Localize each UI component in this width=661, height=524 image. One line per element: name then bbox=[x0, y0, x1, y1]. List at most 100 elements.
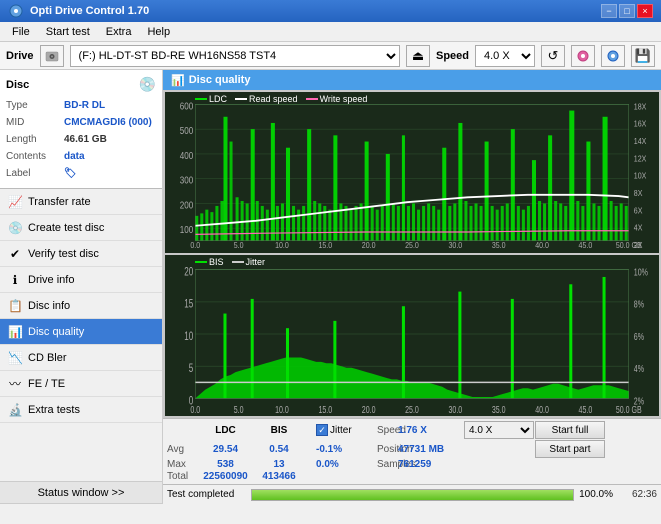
progress-area: Test completed 100.0% 62:36 bbox=[163, 484, 661, 504]
svg-text:8%: 8% bbox=[634, 298, 644, 310]
bottom-chart: BIS Jitter 20 15 bbox=[165, 255, 659, 416]
charts-area: LDC Read speed Write speed bbox=[163, 90, 661, 418]
drivebar: Drive (F:) HL-DT-ST BD-RE WH16NS58 TST4 … bbox=[0, 42, 661, 70]
disc-button1[interactable] bbox=[571, 45, 595, 67]
menu-help[interactable]: Help bbox=[139, 24, 178, 40]
time-display: 62:36 bbox=[617, 489, 657, 500]
start-part-button[interactable]: Start part bbox=[535, 440, 605, 458]
bis-color bbox=[195, 261, 207, 263]
svg-text:10: 10 bbox=[184, 331, 193, 344]
speed-select[interactable]: 4.0 X bbox=[464, 421, 534, 439]
disc-type-value: BD-R DL bbox=[64, 97, 105, 114]
sidebar-item-fe-te[interactable]: 〰 FE / TE bbox=[0, 371, 162, 397]
app-title: Opti Drive Control 1.70 bbox=[30, 5, 601, 17]
svg-text:45.0: 45.0 bbox=[579, 240, 593, 250]
svg-text:300: 300 bbox=[180, 175, 193, 186]
svg-text:16X: 16X bbox=[634, 119, 647, 129]
drive-info-icon: ℹ bbox=[8, 273, 22, 287]
bottom-chart-legend: BIS Jitter bbox=[195, 257, 265, 267]
sidebar-item-extra-tests[interactable]: 🔬 Extra tests bbox=[0, 397, 162, 423]
legend-bis-label: BIS bbox=[209, 257, 224, 267]
jitter-check-box[interactable] bbox=[316, 424, 328, 436]
sidebar-item-cd-bler-label: CD Bler bbox=[28, 352, 67, 364]
dq-header-icon: 📊 bbox=[171, 74, 185, 87]
sidebar-item-transfer-rate[interactable]: 📈 Transfer rate bbox=[0, 189, 162, 215]
max-bis: 13 bbox=[254, 459, 304, 470]
svg-text:40.0: 40.0 bbox=[535, 240, 549, 250]
drive-selector[interactable]: (F:) HL-DT-ST BD-RE WH16NS58 TST4 bbox=[70, 45, 400, 67]
cd-bler-icon: 📉 bbox=[8, 351, 22, 365]
svg-text:0.0: 0.0 bbox=[190, 240, 200, 250]
disc-mid-label: MID bbox=[6, 114, 64, 131]
svg-text:8X: 8X bbox=[634, 188, 643, 198]
menu-start-test[interactable]: Start test bbox=[38, 24, 98, 40]
sidebar-item-create-test-disc-label: Create test disc bbox=[28, 222, 104, 234]
speed-selector[interactable]: 4.0 X bbox=[475, 45, 535, 67]
svg-text:14X: 14X bbox=[634, 136, 647, 146]
bottom-chart-svg: 20 15 10 5 0 10% 8% 6% 4% 2% 0.0 5.0 10.… bbox=[165, 255, 659, 416]
fe-te-icon: 〰 bbox=[8, 375, 22, 392]
save-button[interactable]: 💾 bbox=[631, 45, 655, 67]
btn-area: Start full bbox=[535, 421, 605, 439]
svg-text:50.0 GB: 50.0 GB bbox=[616, 404, 642, 416]
sidebar-item-drive-info-label: Drive info bbox=[28, 274, 74, 286]
transfer-rate-icon: 📈 bbox=[8, 195, 22, 209]
sidebar-item-create-test-disc[interactable]: 💿 Create test disc bbox=[0, 215, 162, 241]
svg-text:6%: 6% bbox=[634, 331, 644, 343]
svg-text:5.0: 5.0 bbox=[234, 404, 244, 416]
status-window-button[interactable]: Status window >> bbox=[0, 482, 162, 504]
sidebar-item-verify-test-disc[interactable]: ✔ Verify test disc bbox=[0, 241, 162, 267]
sidebar-item-fe-te-label: FE / TE bbox=[28, 378, 65, 390]
stats-speed-value: 1.76 X bbox=[398, 425, 463, 436]
drive-icon-btn[interactable] bbox=[40, 45, 64, 67]
svg-text:35.0: 35.0 bbox=[492, 240, 506, 250]
maximize-button[interactable]: □ bbox=[619, 4, 635, 18]
svg-text:20.0: 20.0 bbox=[362, 404, 376, 416]
max-jitter: 0.0% bbox=[316, 459, 376, 470]
avg-label: Avg bbox=[167, 444, 197, 455]
svg-text:18X: 18X bbox=[634, 102, 647, 112]
total-bis: 413466 bbox=[254, 471, 304, 482]
minimize-button[interactable]: − bbox=[601, 4, 617, 18]
legend-jitter-label: Jitter bbox=[246, 257, 266, 267]
disc-quality-header: 📊 Disc quality bbox=[163, 70, 661, 90]
menu-extra[interactable]: Extra bbox=[98, 24, 140, 40]
sidebar-item-cd-bler[interactable]: 📉 CD Bler bbox=[0, 345, 162, 371]
eject-button[interactable]: ⏏ bbox=[406, 45, 430, 67]
svg-text:12X: 12X bbox=[634, 154, 647, 164]
create-test-disc-icon: 💿 bbox=[8, 221, 22, 235]
status-text: Test completed bbox=[167, 489, 247, 500]
jitter-color bbox=[232, 261, 244, 263]
disc-mid-value: CMCMAGDI6 (000) bbox=[64, 114, 152, 131]
sidebar-item-drive-info[interactable]: ℹ Drive info bbox=[0, 267, 162, 293]
total-ldc: 22560090 bbox=[198, 471, 253, 482]
disc-button2[interactable] bbox=[601, 45, 625, 67]
progress-bar-fill bbox=[252, 490, 573, 500]
svg-text:25.0: 25.0 bbox=[405, 404, 419, 416]
refresh-button[interactable]: ↺ bbox=[541, 45, 565, 67]
disc-contents-label: Contents bbox=[6, 148, 64, 165]
svg-text:15.0: 15.0 bbox=[318, 404, 332, 416]
sidebar-item-disc-info[interactable]: 📋 Disc info bbox=[0, 293, 162, 319]
disc-type-label: Type bbox=[6, 97, 64, 114]
svg-text:20: 20 bbox=[184, 266, 193, 279]
legend-jitter: Jitter bbox=[232, 257, 266, 267]
legend-ldc-label: LDC bbox=[209, 94, 227, 104]
sidebar-item-disc-quality[interactable]: 📊 Disc quality bbox=[0, 319, 162, 345]
disc-length-value: 46.61 GB bbox=[64, 131, 107, 148]
svg-text:30.0: 30.0 bbox=[448, 240, 462, 250]
progress-percent: 100.0% bbox=[578, 489, 613, 500]
samples-value: 761259 bbox=[398, 459, 463, 470]
close-button[interactable]: × bbox=[637, 4, 653, 18]
svg-text:600: 600 bbox=[180, 101, 193, 112]
svg-text:5.0: 5.0 bbox=[234, 240, 244, 250]
disc-info-icon: 📋 bbox=[8, 299, 22, 313]
start-full-button[interactable]: Start full bbox=[535, 421, 605, 439]
sidebar-bottom: Status window >> bbox=[0, 481, 162, 504]
top-chart: LDC Read speed Write speed bbox=[165, 92, 659, 253]
svg-text:15: 15 bbox=[184, 298, 193, 311]
progress-bar bbox=[251, 489, 574, 501]
app-icon bbox=[8, 3, 24, 19]
menu-file[interactable]: File bbox=[4, 24, 38, 40]
jitter-checkbox[interactable]: Jitter bbox=[316, 424, 376, 436]
